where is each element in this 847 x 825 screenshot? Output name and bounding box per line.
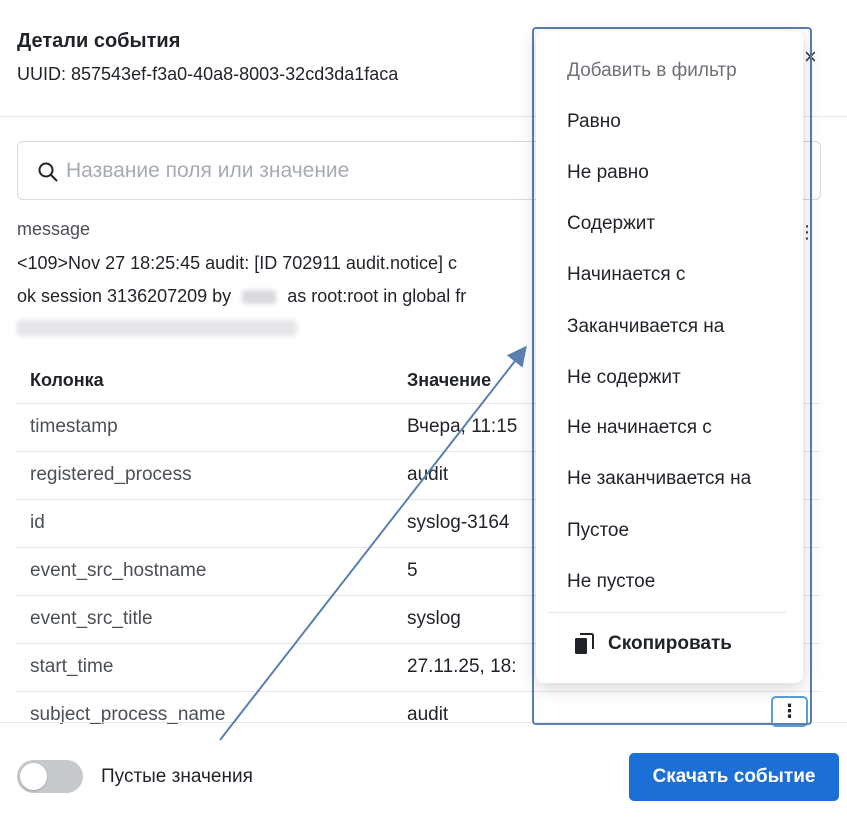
menu-item-not-equals[interactable]: Не равно [567,162,649,184]
value-header: Значение [407,370,492,390]
menu-item-not-ends-with[interactable]: Не заканчивается на [567,468,751,490]
message-text-segment: as root:root in global fr [287,286,467,306]
menu-item-starts-with[interactable]: Начинается с [567,264,685,286]
copy-icon [575,633,594,654]
field-name: start_time [30,656,114,677]
field-value: 27.11.25, 18: [407,656,517,677]
redacted-text [242,290,277,305]
message-text-line: ok session 3136207209 by as root:root in… [17,286,466,307]
field-value: syslog-3164 [407,512,510,533]
empty-values-toggle[interactable] [17,760,83,793]
dialog-title: Детали события [17,30,181,52]
menu-item-equals[interactable]: Равно [567,111,621,133]
message-text-line: <109>Nov 27 18:25:45 audit: [ID 702911 a… [17,253,457,273]
menu-item-empty[interactable]: Пустое [567,520,629,542]
menu-item-not-empty[interactable]: Не пустое [567,571,655,593]
menu-item-ends-with[interactable]: Заканчивается на [567,316,724,338]
field-name: event_src_hostname [30,560,207,581]
menu-item-not-starts-with[interactable]: Не начинается с [567,417,712,439]
event-uuid: UUID: 857543ef-f3a0-40a8-8003-32cd3da1fa… [17,64,399,84]
menu-divider [548,612,786,613]
field-value: audit [407,464,449,485]
field-name: event_src_title [30,608,153,629]
menu-item-copy[interactable]: Скопировать [574,633,732,655]
menu-item-not-contains[interactable]: Не содержит [567,367,681,389]
field-value: Вчера, 11:15 [407,416,518,437]
download-event-button[interactable]: Скачать событие [629,753,839,801]
empty-values-label: Пустые значения [101,766,253,787]
field-name: registered_process [30,464,192,485]
message-text-segment: ok session 3136207209 by [17,286,232,306]
toggle-knob [20,763,47,790]
search-icon [38,162,58,182]
menu-item-contains[interactable]: Содержит [567,213,655,235]
message-label: message [17,219,91,239]
field-name: timestamp [30,416,118,437]
copy-label: Скопировать [608,633,732,654]
redacted-text [17,320,297,336]
menu-title: Добавить в фильтр [567,60,737,81]
field-value: syslog [407,608,461,629]
filter-context-menu: Добавить в фильтр Равно Не равно Содержи… [536,31,803,683]
field-value: 5 [407,560,418,581]
column-header: Колонка [30,370,104,390]
field-name: id [30,512,45,533]
